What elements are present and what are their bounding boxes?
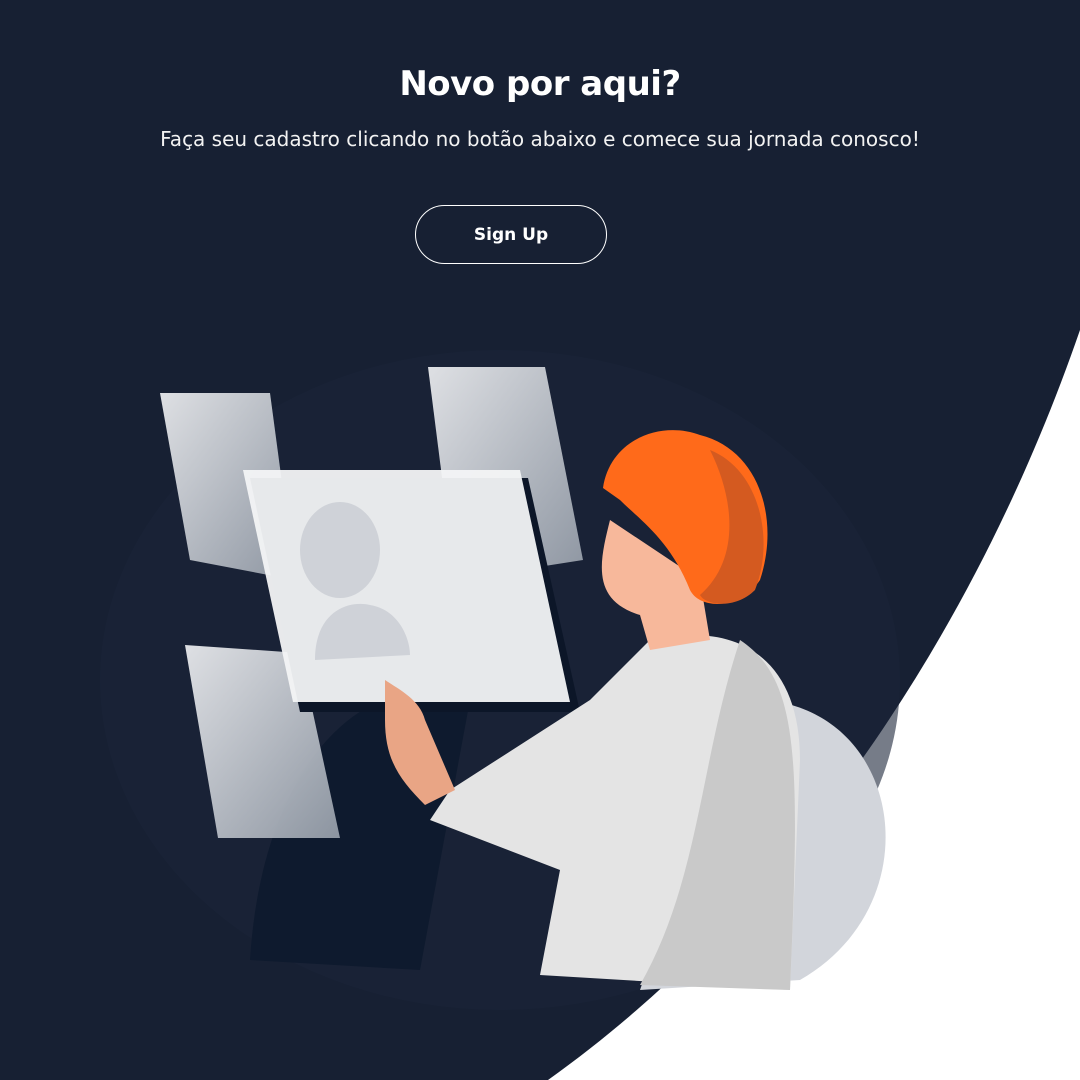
signup-illustration [100,350,900,1010]
profile-screen [243,470,570,702]
